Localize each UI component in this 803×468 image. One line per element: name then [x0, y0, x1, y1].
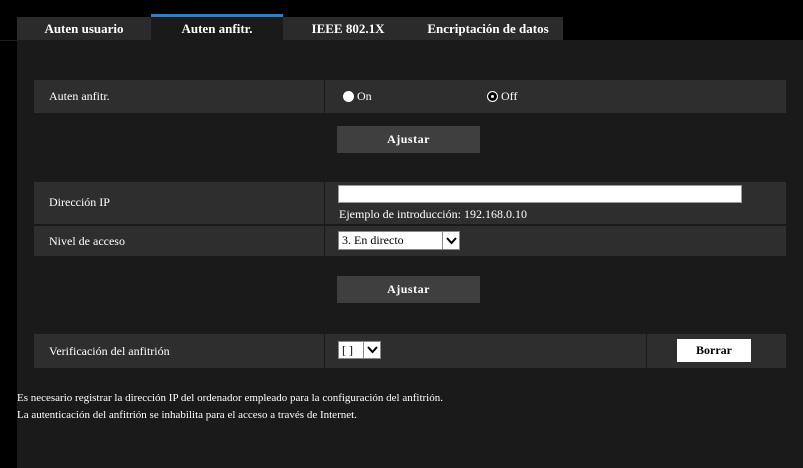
tab-host-auth-label: Auten anfitr.	[181, 21, 253, 36]
ip-address-label: Dirección IP	[49, 195, 110, 209]
chevron-down-icon[interactable]	[442, 232, 459, 249]
host-auth-row	[34, 80, 786, 113]
host-verify-select[interactable]: [ ]	[338, 341, 381, 359]
host-verify-value: [ ]	[342, 342, 353, 357]
row-divider	[324, 80, 325, 113]
radio-off[interactable]	[487, 91, 498, 102]
note-line-1: Es necesario registrar la dirección IP d…	[17, 392, 443, 404]
note-line-2: La autenticación del anfitrión se inhabi…	[17, 409, 357, 421]
access-level-label: Nivel de acceso	[49, 234, 125, 248]
apply-button-ip[interactable]: Ajustar	[337, 276, 480, 303]
host-auth-label: Auten anfitr.	[49, 89, 110, 103]
ip-address-input[interactable]	[338, 185, 742, 203]
apply-button-host-auth[interactable]: Ajustar	[337, 126, 480, 153]
row-divider	[324, 226, 325, 256]
radio-on[interactable]	[343, 91, 354, 102]
row-divider	[324, 334, 325, 368]
chevron-down-icon[interactable]	[363, 342, 380, 358]
tab-user-auth-label: Auten usuario	[44, 21, 124, 36]
tab-bar: Auten usuario Auten anfitr. IEEE 802.1X …	[0, 0, 803, 41]
tab-ieee-8021x-label: IEEE 802.1X	[311, 21, 385, 36]
radio-off-label[interactable]: Off	[501, 89, 517, 104]
row-divider	[646, 334, 647, 368]
ip-address-hint: Ejemplo de introducción: 192.168.0.10	[339, 207, 527, 221]
tab-data-encryption[interactable]: Encriptación de datos	[413, 17, 563, 41]
access-level-select[interactable]: 3. En directo	[338, 231, 460, 250]
row-divider	[324, 182, 325, 224]
delete-button[interactable]: Borrar	[677, 339, 751, 362]
host-verify-label: Verificación del anfitrión	[49, 344, 170, 358]
tab-user-auth[interactable]: Auten usuario	[17, 17, 151, 41]
tab-ieee-8021x[interactable]: IEEE 802.1X	[283, 17, 413, 41]
radio-on-label[interactable]: On	[357, 89, 372, 104]
tab-data-encryption-label: Encriptación de datos	[427, 21, 549, 36]
access-level-value: 3. En directo	[342, 233, 404, 247]
tab-host-auth[interactable]: Auten anfitr.	[151, 14, 283, 41]
